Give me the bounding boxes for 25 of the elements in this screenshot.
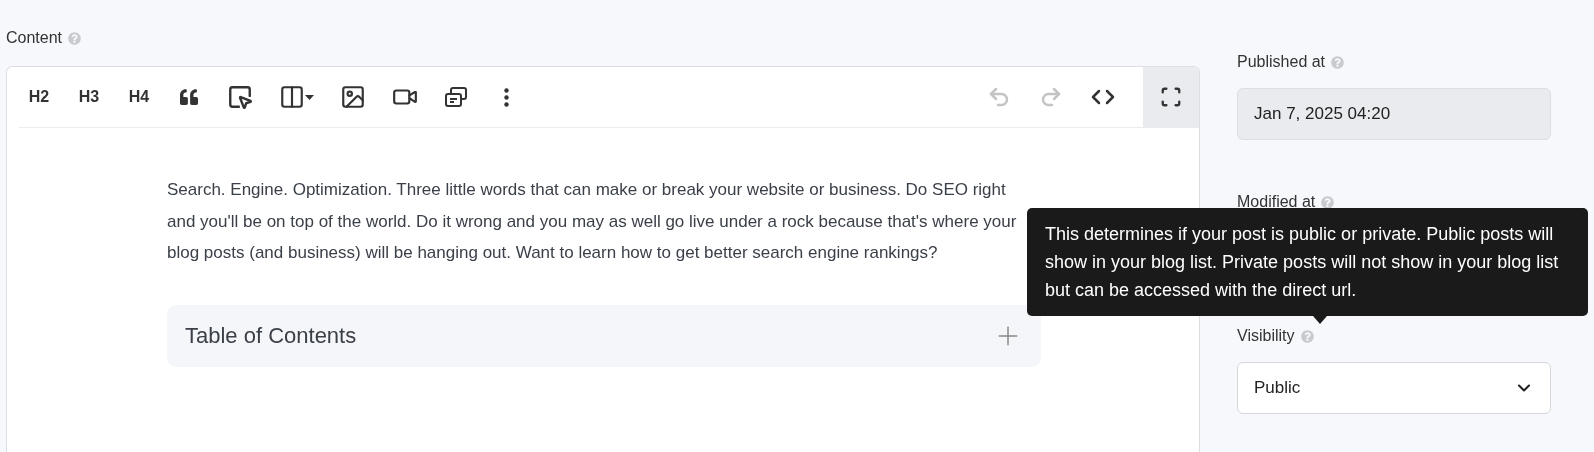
undo-icon [987,85,1011,109]
toc-title: Table of Contents [185,322,357,350]
more-icon [503,87,509,107]
columns-icon [279,84,305,110]
caret-icon [305,94,314,100]
fullscreen-button[interactable] [1143,67,1199,127]
fullscreen-icon [1160,86,1182,108]
content-label: Content [6,28,63,48]
field-label: Modified at [1237,192,1316,212]
tooltip-text: This determines if your post is public or private. Public posts will show in your blog list. Private posts will not show in your blog list but can be accessed with the direct url. [1045,223,1560,302]
cards-icon [444,86,468,108]
help-icon[interactable] [1321,195,1335,209]
body-paragraph: Search. Engine. Optimization. Three little words that can make or break your website or business. Do SEO right and you'll be on top of the world. Do it wrong and you may as well go live under a rock because that's where your blog posts (and business) will be hanging out. Want to learn how to get better search engine rankings? [167,179,1018,264]
field-label: Visibility [1237,326,1295,346]
image-icon [340,84,366,110]
heading-button[interactable]: H2 [19,77,59,117]
visibility-select[interactable]: Public [1237,362,1551,414]
quote-icon [179,88,199,106]
heading-button[interactable]: H4 [119,77,159,117]
pointer-icon [227,84,253,110]
heading-button[interactable]: H3 [69,77,109,117]
field-label: Published at [1237,52,1326,72]
toc-panel[interactable]: Table of Contents [167,304,1041,367]
date-field: Jan 7, 2025 04:20 [1237,88,1551,140]
redo-icon [1039,85,1063,109]
